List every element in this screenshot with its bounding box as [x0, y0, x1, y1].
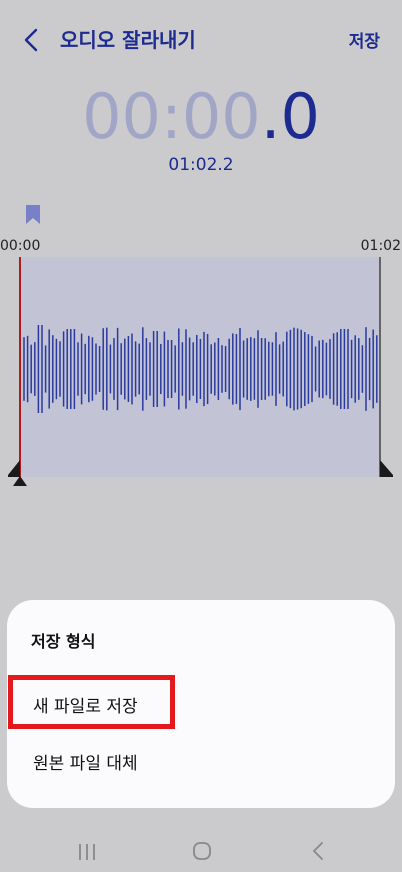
- timer-main: 00:00: [82, 80, 261, 153]
- timeline-start-label: 00:00: [0, 238, 41, 254]
- navigation-bar: [79, 842, 323, 860]
- playhead-handle: [13, 476, 27, 486]
- end-trim-handle: [380, 460, 393, 477]
- timer-fraction: .0: [260, 80, 320, 153]
- back-nav-icon[interactable]: [312, 842, 323, 860]
- replace-original-option[interactable]: 원본 파일 대체: [33, 749, 138, 774]
- timeline-end-label: 01:02: [360, 238, 401, 254]
- page-title: 오디오 잘라내기: [60, 28, 196, 52]
- bookmark-icon[interactable]: [26, 205, 40, 224]
- save-as-new-file-option[interactable]: 새 파일로 저장: [33, 692, 138, 717]
- recents-icon[interactable]: [79, 844, 95, 860]
- elapsed-timer: 00:00.0: [0, 80, 402, 153]
- waveform-editor[interactable]: [0, 257, 402, 489]
- total-duration: 01:02.2: [168, 155, 234, 175]
- save-button[interactable]: 저장: [349, 27, 380, 52]
- start-trim-handle: [8, 460, 20, 477]
- save-format-sheet: 저장 형식 새 파일로 저장 원본 파일 대체: [7, 600, 395, 808]
- back-arrow-icon[interactable]: [20, 26, 44, 54]
- sheet-title: 저장 형식: [31, 632, 96, 651]
- home-icon[interactable]: [193, 842, 211, 860]
